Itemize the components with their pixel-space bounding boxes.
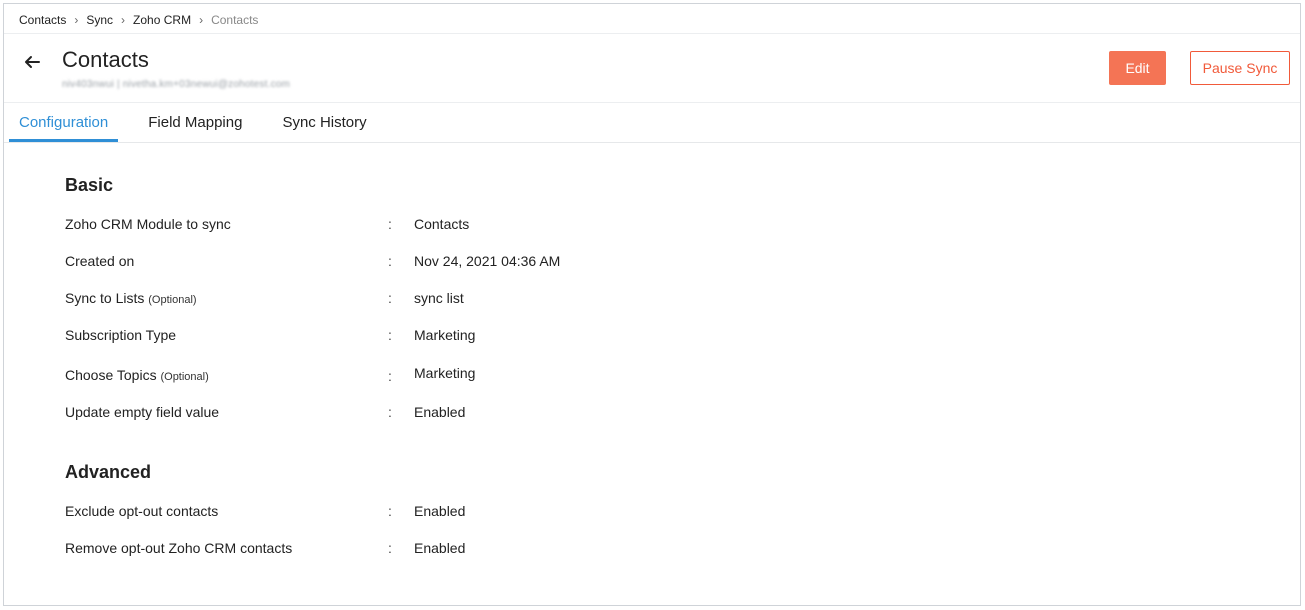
row-label: Choose Topics (Optional) — [65, 367, 209, 383]
row-colon: : — [388, 290, 392, 306]
config-row: Zoho CRM Module to sync : Contacts — [65, 216, 965, 236]
tab-configuration[interactable]: Configuration — [9, 102, 119, 142]
row-label: Created on — [65, 253, 135, 269]
account-subtitle: niv403nwui | nivetha.km+03newui@zohotest… — [62, 79, 291, 90]
edit-button[interactable]: Edit — [1109, 51, 1166, 85]
row-colon: : — [388, 503, 392, 519]
row-label: Exclude opt-out contacts — [65, 503, 219, 519]
pause-sync-button[interactable]: Pause Sync — [1190, 51, 1290, 85]
chevron-right-icon: › — [74, 13, 79, 27]
config-row: Subscription Type : Marketing — [65, 327, 965, 347]
config-row: Remove opt-out Zoho CRM contacts : Enabl… — [65, 540, 965, 560]
row-value: Enabled — [414, 503, 466, 519]
tab-sync-history[interactable]: Sync History — [272, 102, 376, 142]
tab-bar: Configuration Field Mapping Sync History — [9, 102, 397, 142]
row-label: Sync to Lists (Optional) — [65, 290, 197, 306]
breadcrumb: Contacts › Sync › Zoho CRM › Contacts — [19, 12, 258, 28]
chevron-right-icon: › — [121, 13, 126, 27]
row-value: Enabled — [414, 404, 466, 420]
page-title: Contacts — [62, 47, 149, 72]
row-value: Marketing — [414, 365, 476, 381]
tabs-underline — [4, 142, 1300, 143]
row-colon: : — [388, 368, 392, 384]
config-row: Sync to Lists (Optional) : sync list — [65, 290, 965, 310]
row-colon: : — [388, 404, 392, 420]
breadcrumb-contacts[interactable]: Contacts — [19, 13, 66, 27]
config-row: Created on : Nov 24, 2021 04:36 AM — [65, 253, 965, 273]
divider — [4, 33, 1300, 34]
main-panel: Contacts › Sync › Zoho CRM › Contacts Co… — [3, 3, 1301, 606]
row-label: Update empty field value — [65, 404, 220, 420]
row-label: Subscription Type — [65, 327, 177, 343]
tab-field-mapping[interactable]: Field Mapping — [138, 102, 252, 142]
row-colon: : — [388, 253, 392, 269]
row-colon: : — [388, 540, 392, 556]
section-title-basic: Basic — [65, 175, 114, 195]
section-title-advanced: Advanced — [65, 462, 152, 482]
row-colon: : — [388, 327, 392, 343]
row-value: Nov 24, 2021 04:36 AM — [414, 253, 561, 269]
config-row: Choose Topics (Optional) : Marketing — [65, 365, 965, 385]
chevron-right-icon: › — [199, 13, 204, 27]
config-row: Update empty field value : Enabled — [65, 404, 965, 424]
breadcrumb-current: Contacts — [211, 13, 259, 27]
row-value: Contacts — [414, 216, 470, 232]
config-row: Exclude opt-out contacts : Enabled — [65, 503, 965, 523]
breadcrumb-zoho-crm[interactable]: Zoho CRM — [133, 13, 191, 27]
breadcrumb-sync[interactable]: Sync — [86, 13, 113, 27]
row-label: Zoho CRM Module to sync — [65, 216, 231, 232]
back-arrow-icon[interactable] — [22, 52, 42, 72]
row-value: sync list — [414, 290, 464, 306]
row-value: Enabled — [414, 540, 466, 556]
row-colon: : — [388, 216, 392, 232]
row-value: Marketing — [414, 327, 476, 343]
row-label: Remove opt-out Zoho CRM contacts — [65, 540, 293, 556]
